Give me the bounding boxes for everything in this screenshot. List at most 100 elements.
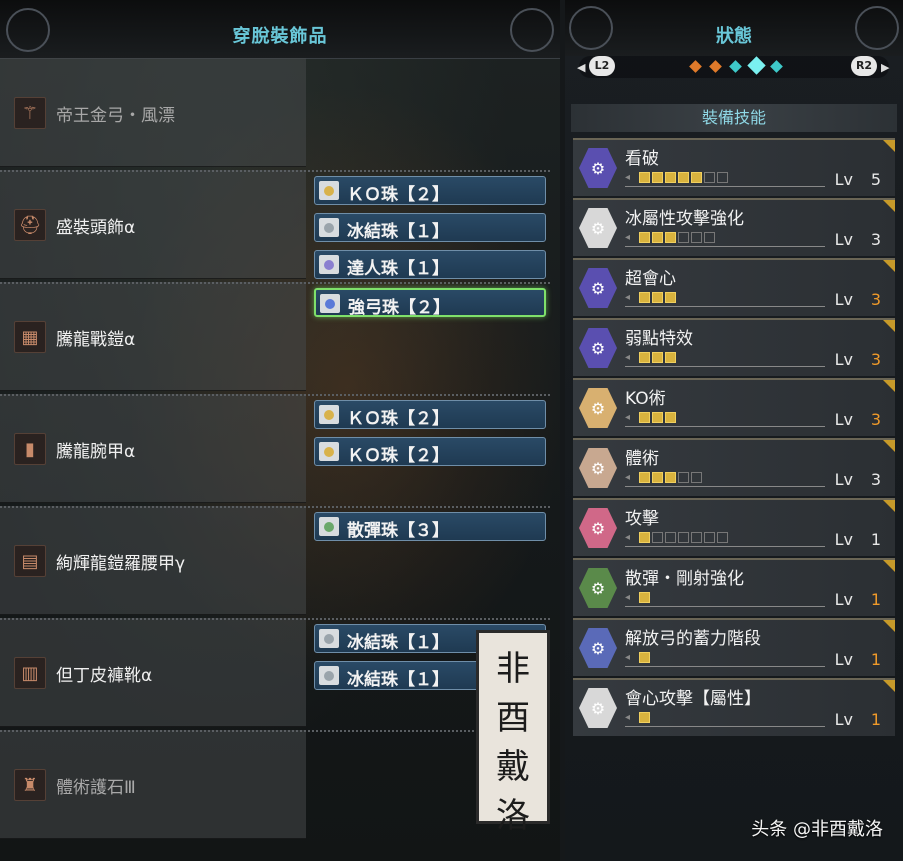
- level-label: Lv: [834, 230, 853, 249]
- skill-gem-icon: ⚙: [579, 568, 617, 608]
- gray-jewel-icon: [319, 218, 339, 237]
- decoration-slot[interactable]: ＫＯ珠【２】: [314, 176, 546, 205]
- skill-gem-icon: ⚙: [579, 208, 617, 248]
- level-pip-filled: [678, 172, 689, 183]
- skill-name: 超會心: [625, 269, 676, 289]
- skill-level: Lv 1: [835, 530, 881, 549]
- equipment-slot[interactable]: ⚚ 帝王金弓・風漂: [0, 58, 306, 167]
- decoration-name: 達人珠【１】: [347, 259, 449, 279]
- equipment-name: 盛裝頭飾α: [56, 218, 136, 238]
- green-jewel-icon: [319, 517, 339, 536]
- watermark: 头条 @非酉戴洛: [751, 819, 883, 840]
- slot-divider: [0, 506, 550, 508]
- decoration-slot[interactable]: ＫＯ珠【２】: [314, 400, 546, 429]
- level-pip-filled: [652, 232, 663, 243]
- skill-row[interactable]: ⚙ 體術 ◂ Lv 3: [573, 438, 895, 496]
- helmet-icon: ⛑: [14, 209, 46, 241]
- decoration-slot[interactable]: 強弓珠【２】: [314, 288, 546, 318]
- decoration-slot[interactable]: 冰結珠【１】: [314, 213, 546, 242]
- equipment-slot[interactable]: ⛑ 盛裝頭飾α: [0, 170, 550, 279]
- page-dot-icon: [709, 60, 722, 73]
- equipment-name: 帝王金弓・風漂: [56, 106, 175, 126]
- skill-row[interactable]: ⚙ 弱點特效 ◂ Lv 3: [573, 318, 895, 376]
- bow-icon: ⚚: [14, 97, 46, 129]
- level-pip-empty: [678, 232, 689, 243]
- page-nav: L2 ◀ R2 ▶: [577, 56, 890, 78]
- skill-gem-icon: ⚙: [579, 448, 617, 488]
- skill-row[interactable]: ⚙ 看破 ◂ Lv 5: [573, 138, 895, 196]
- level-pip-empty: [665, 532, 676, 543]
- seal-stamp: 非 酉 戴 洛: [476, 630, 550, 836]
- level-pip-empty: [691, 532, 702, 543]
- equipment-slot[interactable]: ♜ 體術護石Ⅲ: [0, 730, 550, 839]
- level-pip-filled: [639, 232, 650, 243]
- blue-jewel-icon: [320, 294, 340, 313]
- equipment-name: 體術護石Ⅲ: [56, 778, 136, 798]
- skill-level: Lv 3: [835, 230, 881, 249]
- decoration-slot[interactable]: 散彈珠【３】: [314, 512, 546, 541]
- equipment-slot[interactable]: ▮ 騰龍腕甲α: [0, 394, 550, 503]
- skill-gem-icon: ⚙: [579, 628, 617, 668]
- skill-level-gauge: ◂: [625, 352, 825, 367]
- stamp-char: 戴: [496, 747, 530, 787]
- decoration-panel: 穿脫裝飾品 ⚚ 帝王金弓・風漂 ⛑ 盛裝頭飾α ＫＯ珠【２】 冰結珠【１】 達人珠【１】 ▦ 騰…: [0, 0, 560, 861]
- skill-row[interactable]: ⚙ KO術 ◂ Lv 3: [573, 378, 895, 436]
- decoration-slot[interactable]: 達人珠【１】: [314, 250, 546, 279]
- level-value: 3: [870, 290, 881, 309]
- equipment-slot[interactable]: ▤ 絢輝龍鎧羅腰甲γ: [0, 506, 550, 615]
- skill-level-gauge: ◂: [625, 532, 825, 547]
- skill-row[interactable]: ⚙ 攻擊 ◂ Lv 1: [573, 498, 895, 556]
- skill-gem-icon: ⚙: [579, 508, 617, 548]
- level-pip-filled: [665, 472, 676, 483]
- level-pip-filled: [639, 352, 650, 363]
- slot-divider: [0, 170, 550, 172]
- skill-row[interactable]: ⚙ 散彈・剛射強化 ◂ Lv 1: [573, 558, 895, 616]
- level-value: 3: [870, 350, 881, 369]
- equipment-slot[interactable]: ▦ 騰龍戰鎧α: [0, 282, 550, 391]
- level-pip-empty: [704, 172, 715, 183]
- purple-jewel-icon: [319, 255, 339, 274]
- gauge-arrow-icon: ◂: [625, 232, 631, 243]
- skill-level: Lv 3: [835, 350, 881, 369]
- slot-divider: [0, 282, 550, 284]
- skill-row[interactable]: ⚙ 冰屬性攻擊強化 ◂ Lv 3: [573, 198, 895, 256]
- skill-row[interactable]: ⚙ 會心攻擊【屬性】 ◂ Lv 1: [573, 678, 895, 736]
- level-pip-empty: [691, 232, 702, 243]
- skill-name: 散彈・剛射強化: [625, 569, 744, 589]
- skill-row[interactable]: ⚙ 超會心 ◂ Lv 3: [573, 258, 895, 316]
- equipment-name: 但丁皮褲靴α: [56, 666, 153, 686]
- level-value: 3: [870, 470, 881, 489]
- level-label: Lv: [834, 710, 853, 729]
- decoration-name: ＫＯ珠【２】: [347, 409, 449, 429]
- skill-gem-icon: ⚙: [579, 268, 617, 308]
- stamp-char: 非: [496, 649, 530, 689]
- status-panel-title: 狀態: [716, 26, 752, 47]
- right-arrow-icon: ▶: [881, 61, 890, 74]
- r2-button[interactable]: R2: [851, 56, 877, 76]
- decoration-slot[interactable]: ＫＯ珠【２】: [314, 437, 546, 466]
- gauge-arrow-icon: ◂: [625, 292, 631, 303]
- level-label: Lv: [834, 530, 853, 549]
- level-pip-empty: [704, 532, 715, 543]
- level-label: Lv: [834, 470, 853, 489]
- arm-armor-icon: ▮: [14, 433, 46, 465]
- level-label: Lv: [834, 170, 853, 189]
- skill-name: 會心攻擊【屬性】: [625, 689, 761, 709]
- level-pip-filled: [639, 652, 650, 663]
- gold-jewel-icon: [319, 181, 339, 200]
- skill-name: 體術: [625, 449, 659, 469]
- l2-button[interactable]: L2: [589, 56, 615, 76]
- decoration-name: 散彈珠【３】: [347, 521, 449, 541]
- level-label: Lv: [834, 650, 853, 669]
- equipment-name: 絢輝龍鎧羅腰甲γ: [56, 554, 186, 574]
- skill-row[interactable]: ⚙ 解放弓的蓄力階段 ◂ Lv 1: [573, 618, 895, 676]
- skill-level-gauge: ◂: [625, 652, 825, 667]
- decoration-name: 冰結珠【１】: [347, 670, 449, 690]
- equipment-slot[interactable]: ▥ 但丁皮褲靴α: [0, 618, 550, 727]
- left-arrow-icon: ◀: [577, 61, 586, 74]
- skill-name: 冰屬性攻擊強化: [625, 209, 744, 229]
- skill-level: Lv 3: [835, 290, 881, 309]
- skill-gem-icon: ⚙: [579, 328, 617, 368]
- level-pip-filled: [652, 472, 663, 483]
- skill-level: Lv 1: [835, 590, 881, 609]
